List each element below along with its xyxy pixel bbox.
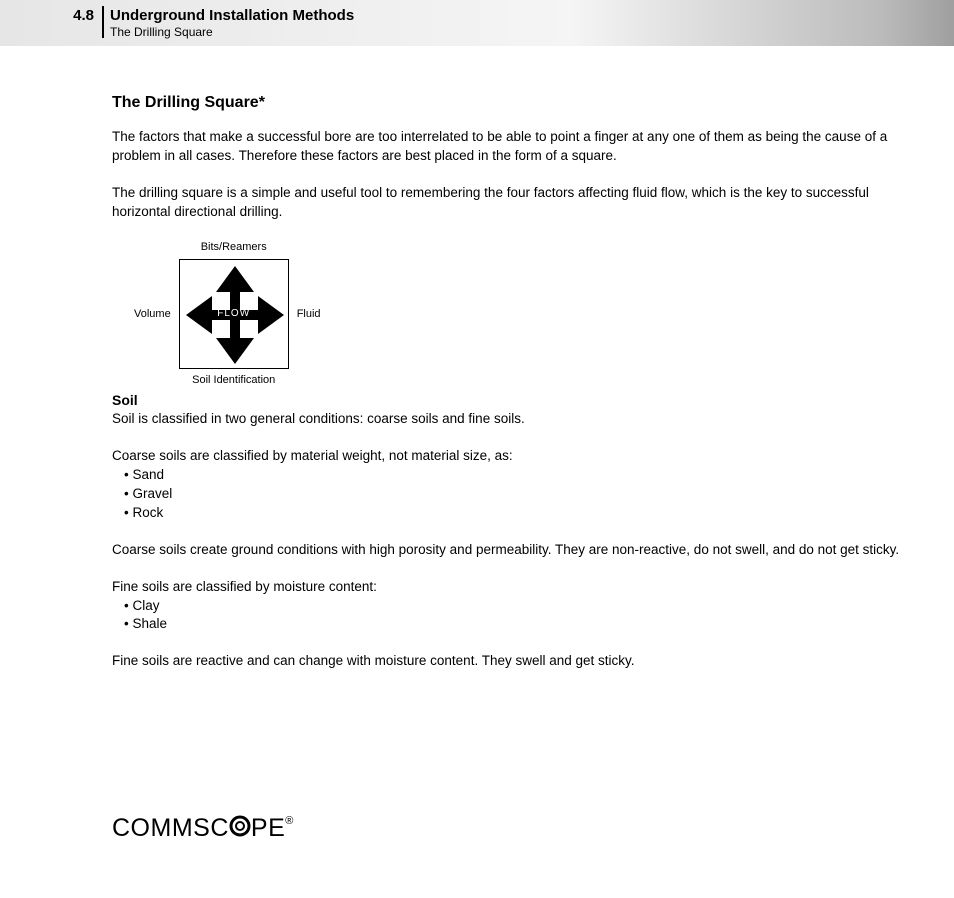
- logo-ring-icon: [229, 815, 251, 844]
- list-item: Clay: [124, 597, 914, 616]
- list-item: Shale: [124, 615, 914, 634]
- section-heading: The Drilling Square*: [112, 92, 914, 114]
- paragraph: The drilling square is a simple and usef…: [112, 184, 914, 222]
- list-item: Sand: [124, 466, 914, 485]
- list-item: Gravel: [124, 485, 914, 504]
- chapter-title: Underground Installation Methods: [110, 7, 354, 24]
- page-header: 4.8 Underground Installation Methods The…: [0, 0, 954, 46]
- coarse-soils-list: Sand Gravel Rock: [124, 466, 914, 523]
- diagram-label-top: Bits/Reamers: [201, 240, 267, 255]
- diagram-label-right: Fluid: [297, 307, 321, 322]
- fine-soils-list: Clay Shale: [124, 597, 914, 635]
- registered-mark: ®: [285, 815, 294, 827]
- commscope-logo: COMMSCPE®: [112, 814, 294, 844]
- header-divider: [102, 6, 104, 38]
- page-content: The Drilling Square* The factors that ma…: [0, 46, 954, 671]
- diagram-label-bottom: Soil Identification: [192, 373, 275, 388]
- diagram-center-label: FLOW: [217, 307, 250, 321]
- list-item: Rock: [124, 504, 914, 523]
- section-label: The Drilling Square: [110, 25, 354, 39]
- paragraph: Fine soils are reactive and can change w…: [112, 652, 914, 671]
- paragraph: Soil is classified in two general condit…: [112, 410, 914, 429]
- paragraph: The factors that make a successful bore …: [112, 128, 914, 166]
- diagram-box: FLOW: [179, 259, 289, 369]
- paragraph: Fine soils are classified by moisture co…: [112, 578, 914, 597]
- page-number: 4.8: [0, 6, 100, 24]
- drilling-square-diagram: Volume Bits/Reamers FLOW Soil Identifica…: [134, 240, 914, 389]
- diagram-label-left: Volume: [134, 307, 171, 322]
- subheading-soil: Soil: [112, 391, 914, 411]
- paragraph: Coarse soils are classified by material …: [112, 447, 914, 466]
- paragraph: Coarse soils create ground conditions wi…: [112, 541, 914, 560]
